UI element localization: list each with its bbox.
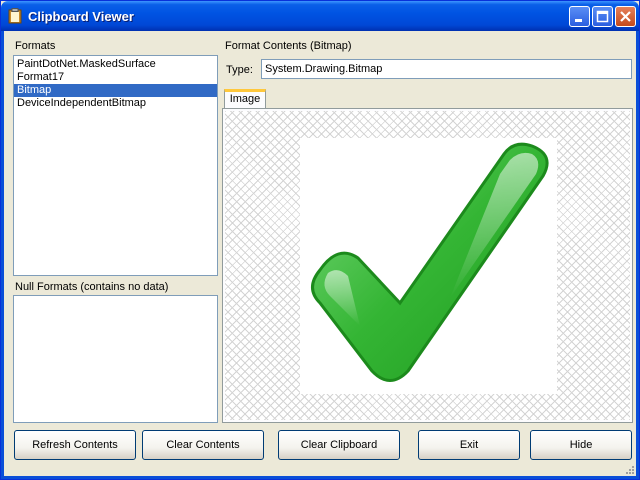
resize-grip-icon[interactable] bbox=[624, 464, 635, 475]
refresh-contents-button[interactable]: Refresh Contents bbox=[14, 430, 136, 460]
tab-image[interactable]: Image bbox=[224, 89, 266, 109]
list-item[interactable]: DeviceIndependentBitmap bbox=[14, 97, 217, 110]
list-item-selected[interactable]: Bitmap bbox=[14, 84, 217, 97]
clipboard-viewer-window: Clipboard Viewer Formats PaintDotNet.Mas… bbox=[0, 0, 640, 480]
window-frame-right bbox=[636, 31, 639, 479]
clear-contents-button[interactable]: Clear Contents bbox=[142, 430, 264, 460]
null-formats-listbox[interactable] bbox=[13, 295, 218, 423]
formats-listbox[interactable]: PaintDotNet.MaskedSurface Format17 Bitma… bbox=[13, 55, 218, 276]
image-tab-panel bbox=[222, 108, 633, 423]
green-checkmark-icon bbox=[311, 142, 549, 382]
window-frame-bottom bbox=[1, 476, 639, 479]
clear-clipboard-button[interactable]: Clear Clipboard bbox=[278, 430, 400, 460]
list-item[interactable]: Format17 bbox=[14, 71, 217, 84]
bitmap-preview bbox=[300, 138, 557, 394]
minimize-icon bbox=[575, 19, 582, 22]
exit-button[interactable]: Exit bbox=[418, 430, 520, 460]
clipboard-icon bbox=[8, 8, 22, 24]
window-frame-left bbox=[1, 31, 4, 479]
hide-button[interactable]: Hide bbox=[530, 430, 632, 460]
transparency-checkerboard bbox=[225, 111, 630, 420]
list-item[interactable]: PaintDotNet.MaskedSurface bbox=[14, 58, 217, 71]
title-bar[interactable]: Clipboard Viewer bbox=[1, 1, 639, 31]
null-formats-label: Null Formats (contains no data) bbox=[15, 281, 169, 293]
formats-label: Formats bbox=[15, 40, 56, 52]
type-field[interactable]: System.Drawing.Bitmap bbox=[261, 59, 632, 79]
window-title: Clipboard Viewer bbox=[28, 9, 134, 24]
minimize-button[interactable] bbox=[569, 6, 590, 27]
close-icon bbox=[620, 11, 631, 22]
type-label: Type: bbox=[226, 64, 253, 76]
maximize-icon bbox=[596, 10, 609, 23]
maximize-button[interactable] bbox=[592, 6, 613, 27]
format-contents-label: Format Contents (Bitmap) bbox=[225, 40, 352, 52]
close-button[interactable] bbox=[615, 6, 636, 27]
